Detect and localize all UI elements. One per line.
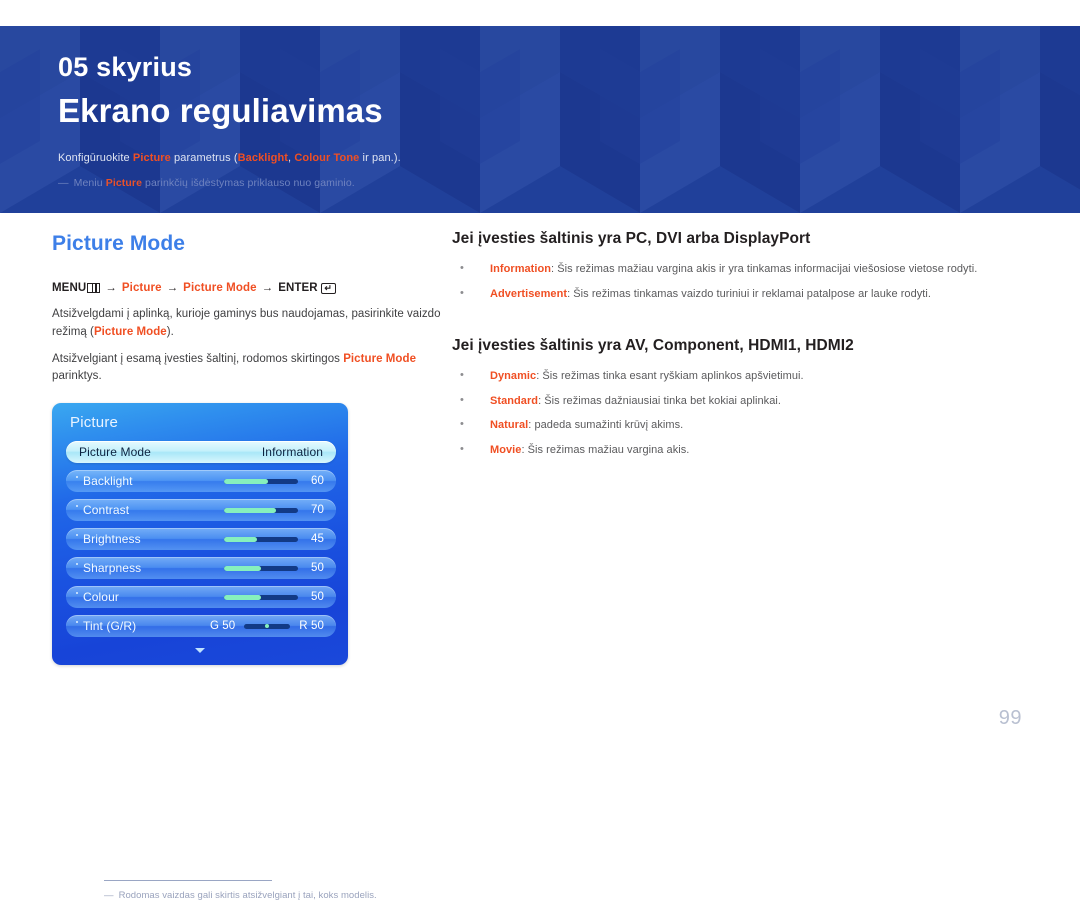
right-heading-av: Jei įvesties šaltinis yra AV, Component,… [452, 337, 854, 354]
osd-slider-fill [224, 594, 261, 600]
bullet-text: : Šis režimas tinkamas vaizdo turiniui i… [567, 287, 932, 300]
banner-description: Konfigūruokite Picture parametrus (Backl… [58, 152, 401, 164]
bullet-list-av: Dynamic: Šis režimas tinka esant ryškiam… [452, 367, 1032, 459]
chapter-title: Ekrano reguliavimas [58, 92, 383, 129]
osd-row-backlight[interactable]: Backlight 60 [66, 470, 336, 493]
osd-slider-fill [224, 478, 269, 484]
chapter-banner: 05 skyrius Ekrano reguliavimas Konfigūru… [0, 26, 1080, 213]
bullet-item-advertisement: Advertisement: Šis režimas tinkamas vaiz… [452, 285, 1032, 303]
chapter-number: 05 skyrius [58, 52, 193, 82]
inline-keyword-picture-mode-2: Picture Mode [343, 352, 417, 365]
bullet-term: Information [490, 263, 552, 275]
keyword-picture-note: Picture [105, 177, 143, 189]
osd-tint-red-value: R 50 [299, 620, 324, 633]
menu-label: MENU [52, 282, 87, 294]
osd-tint-knob[interactable] [265, 624, 270, 629]
menu-step-picture-mode: Picture Mode [183, 282, 257, 294]
bullet-item-movie: Movie: Šis režimas mažiau vargina akis. [452, 441, 1032, 459]
menu-step-picture: Picture [121, 282, 162, 294]
keyword-backlight: Backlight [237, 152, 289, 164]
osd-slider-value: 70 [311, 504, 324, 517]
osd-slider-track[interactable] [224, 507, 298, 513]
osd-tint-green-value: G 50 [209, 620, 236, 633]
bullet-text: : Šis režimas dažniausiai tinka bet koki… [538, 394, 781, 407]
osd-slider-value: 60 [311, 475, 324, 488]
bullet-text: : padeda sumažinti krūvį akims. [528, 419, 684, 431]
osd-tint-track[interactable] [244, 623, 291, 629]
footnote-text: ― Rodomas vaizdas gali skirtis atsižvelgi… [104, 890, 377, 901]
page-title: Picture Mode [52, 232, 186, 255]
bullet-text: : Šis režimas tinka esant ryškiam aplink… [536, 370, 804, 382]
bullet-item-information: Information: Šis režimas mažiau vargina … [452, 260, 1032, 278]
osd-slider-track[interactable] [224, 478, 298, 484]
bullet-text: : Šis režimas mažiau vargina akis. [521, 443, 690, 456]
menu-path: MENU → Picture → Picture Mode → ENTER ↵ [52, 282, 442, 294]
footnote-block: ― Rodomas vaizdas gali skirtis atsižvelgi… [104, 880, 504, 901]
note-dash: ― [58, 177, 69, 189]
scroll-down-caret-icon[interactable] [195, 648, 205, 654]
footnote-divider [104, 880, 272, 881]
arrow-icon-3: → [261, 282, 274, 294]
right-heading-pc: Jei įvesties šaltinis yra PC, DVI arba D… [452, 230, 811, 247]
osd-row-label: Colour [83, 590, 119, 605]
banner-note: ― Meniu Picture parinkčių išdėstymas prik… [58, 177, 355, 189]
inline-keyword-picture-mode: Picture Mode [93, 325, 167, 338]
osd-row-colour[interactable]: Colour 50 [66, 586, 336, 609]
bullet-term: Natural [490, 419, 529, 431]
left-column: Picture Mode MENU → Picture → Picture Mo… [52, 232, 442, 901]
osd-slider-value: 45 [311, 533, 324, 546]
bullet-list-pc: Information: Šis režimas mažiau vargina … [452, 260, 1032, 303]
right-column: Jei įvesties šaltinis yra PC, DVI arba D… [452, 230, 1032, 466]
osd-slider-value: 50 [311, 562, 324, 575]
osd-row-brightness[interactable]: Brightness 45 [66, 528, 336, 551]
bullet-term: Advertisement [490, 287, 568, 300]
bullet-term: Dynamic [490, 370, 537, 382]
osd-panel: Picture Picture Mode Information Backlight… [52, 403, 348, 666]
osd-row-label: Picture Mode [79, 445, 151, 460]
osd-tint-control[interactable]: G 50 R 50 [166, 620, 324, 632]
arrow-icon-2: → [166, 282, 179, 294]
osd-title: Picture [70, 414, 119, 432]
keyword-picture: Picture [132, 152, 171, 164]
enter-label: ENTER [278, 282, 318, 294]
osd-slider-track[interactable] [224, 565, 298, 571]
bullet-item-standard: Standard: Šis režimas dažniausiai tinka … [452, 392, 1032, 410]
page-number: 99 [998, 707, 1022, 729]
osd-row-sharpness[interactable]: Sharpness 50 [66, 557, 336, 580]
paragraph-1: Atsižvelgdami į aplinką, kurioje gaminys… [52, 308, 441, 338]
osd-row-contrast[interactable]: Contrast 70 [66, 499, 336, 522]
bullet-term: Movie [490, 443, 522, 456]
bullet-item-dynamic: Dynamic: Šis režimas tinka esant ryškiam… [452, 367, 1032, 385]
arrow-icon-1: → [105, 282, 117, 294]
menu-bars-icon [87, 283, 101, 293]
keyword-colour-tone: Colour Tone [294, 152, 360, 164]
osd-slider-track[interactable] [224, 536, 298, 542]
bullet-item-natural: Natural: padeda sumažinti krūvį akims. [452, 416, 1032, 434]
osd-slider-track[interactable] [224, 594, 298, 600]
enter-key-icon: ↵ [320, 282, 336, 294]
osd-slider-value: 50 [311, 591, 324, 604]
bullet-text: : Šis režimas mažiau vargina akis ir yra… [551, 263, 978, 275]
osd-row-picture-mode[interactable]: Picture Mode Information [66, 441, 336, 464]
osd-row-tint-g-r[interactable]: Tint (G/R) G 50 R 50 [66, 615, 336, 638]
osd-row-list: Picture Mode Information Backlight 60 Contra… [66, 441, 336, 644]
osd-row-value: Information [261, 445, 323, 460]
osd-slider-fill [224, 565, 261, 571]
osd-slider-fill [224, 536, 258, 542]
osd-slider-fill [224, 507, 276, 513]
bullet-term: Standard [490, 394, 539, 407]
footnote-dash: ― [104, 890, 114, 901]
paragraph-2: Atsižvelgiant į esamą įvesties šaltinį, … [52, 352, 417, 383]
